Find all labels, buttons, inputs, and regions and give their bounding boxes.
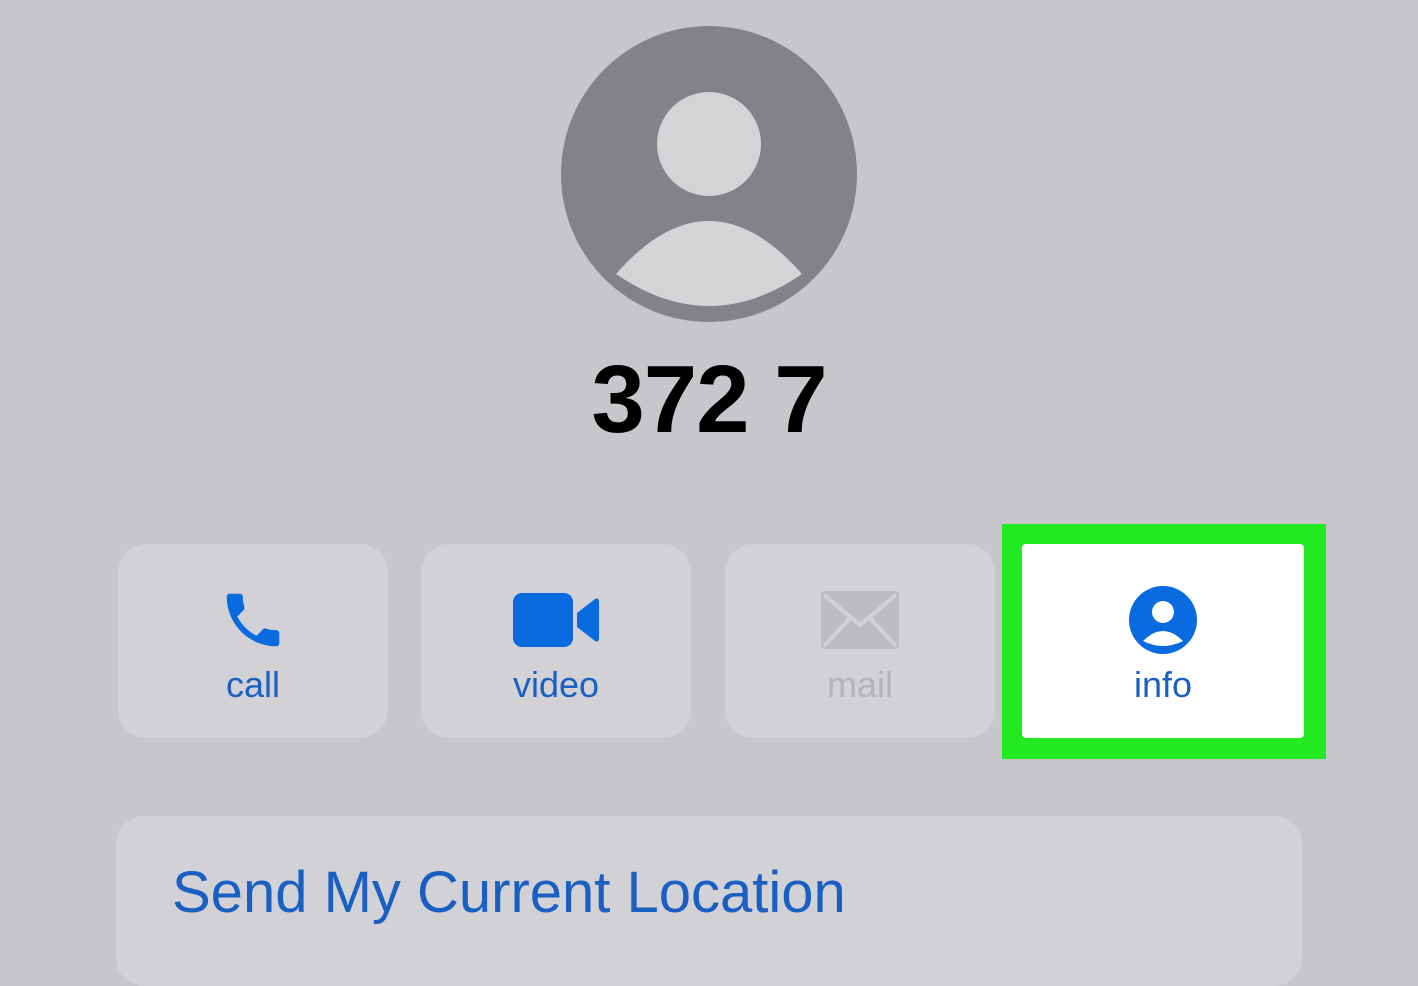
video-label: video [512, 664, 600, 705]
mail-button[interactable]: mail [725, 544, 995, 738]
call-label: call [225, 664, 281, 705]
envelope-icon [821, 591, 899, 649]
mail-label: mail [826, 664, 893, 705]
person-circle-icon [1129, 586, 1197, 654]
video-camera-icon [513, 593, 599, 647]
info-label: info [1133, 664, 1193, 705]
contact-name: 372 7 [591, 346, 827, 453]
phone-icon [226, 593, 280, 647]
send-location-button[interactable]: Send My Current Location [116, 816, 1302, 986]
person-silhouette-icon [616, 92, 802, 306]
contact-avatar[interactable] [561, 26, 857, 322]
info-button[interactable]: info [1022, 544, 1304, 738]
call-button[interactable]: call [118, 544, 388, 738]
send-location-label: Send My Current Location [172, 860, 846, 925]
video-button[interactable]: video [421, 544, 691, 738]
